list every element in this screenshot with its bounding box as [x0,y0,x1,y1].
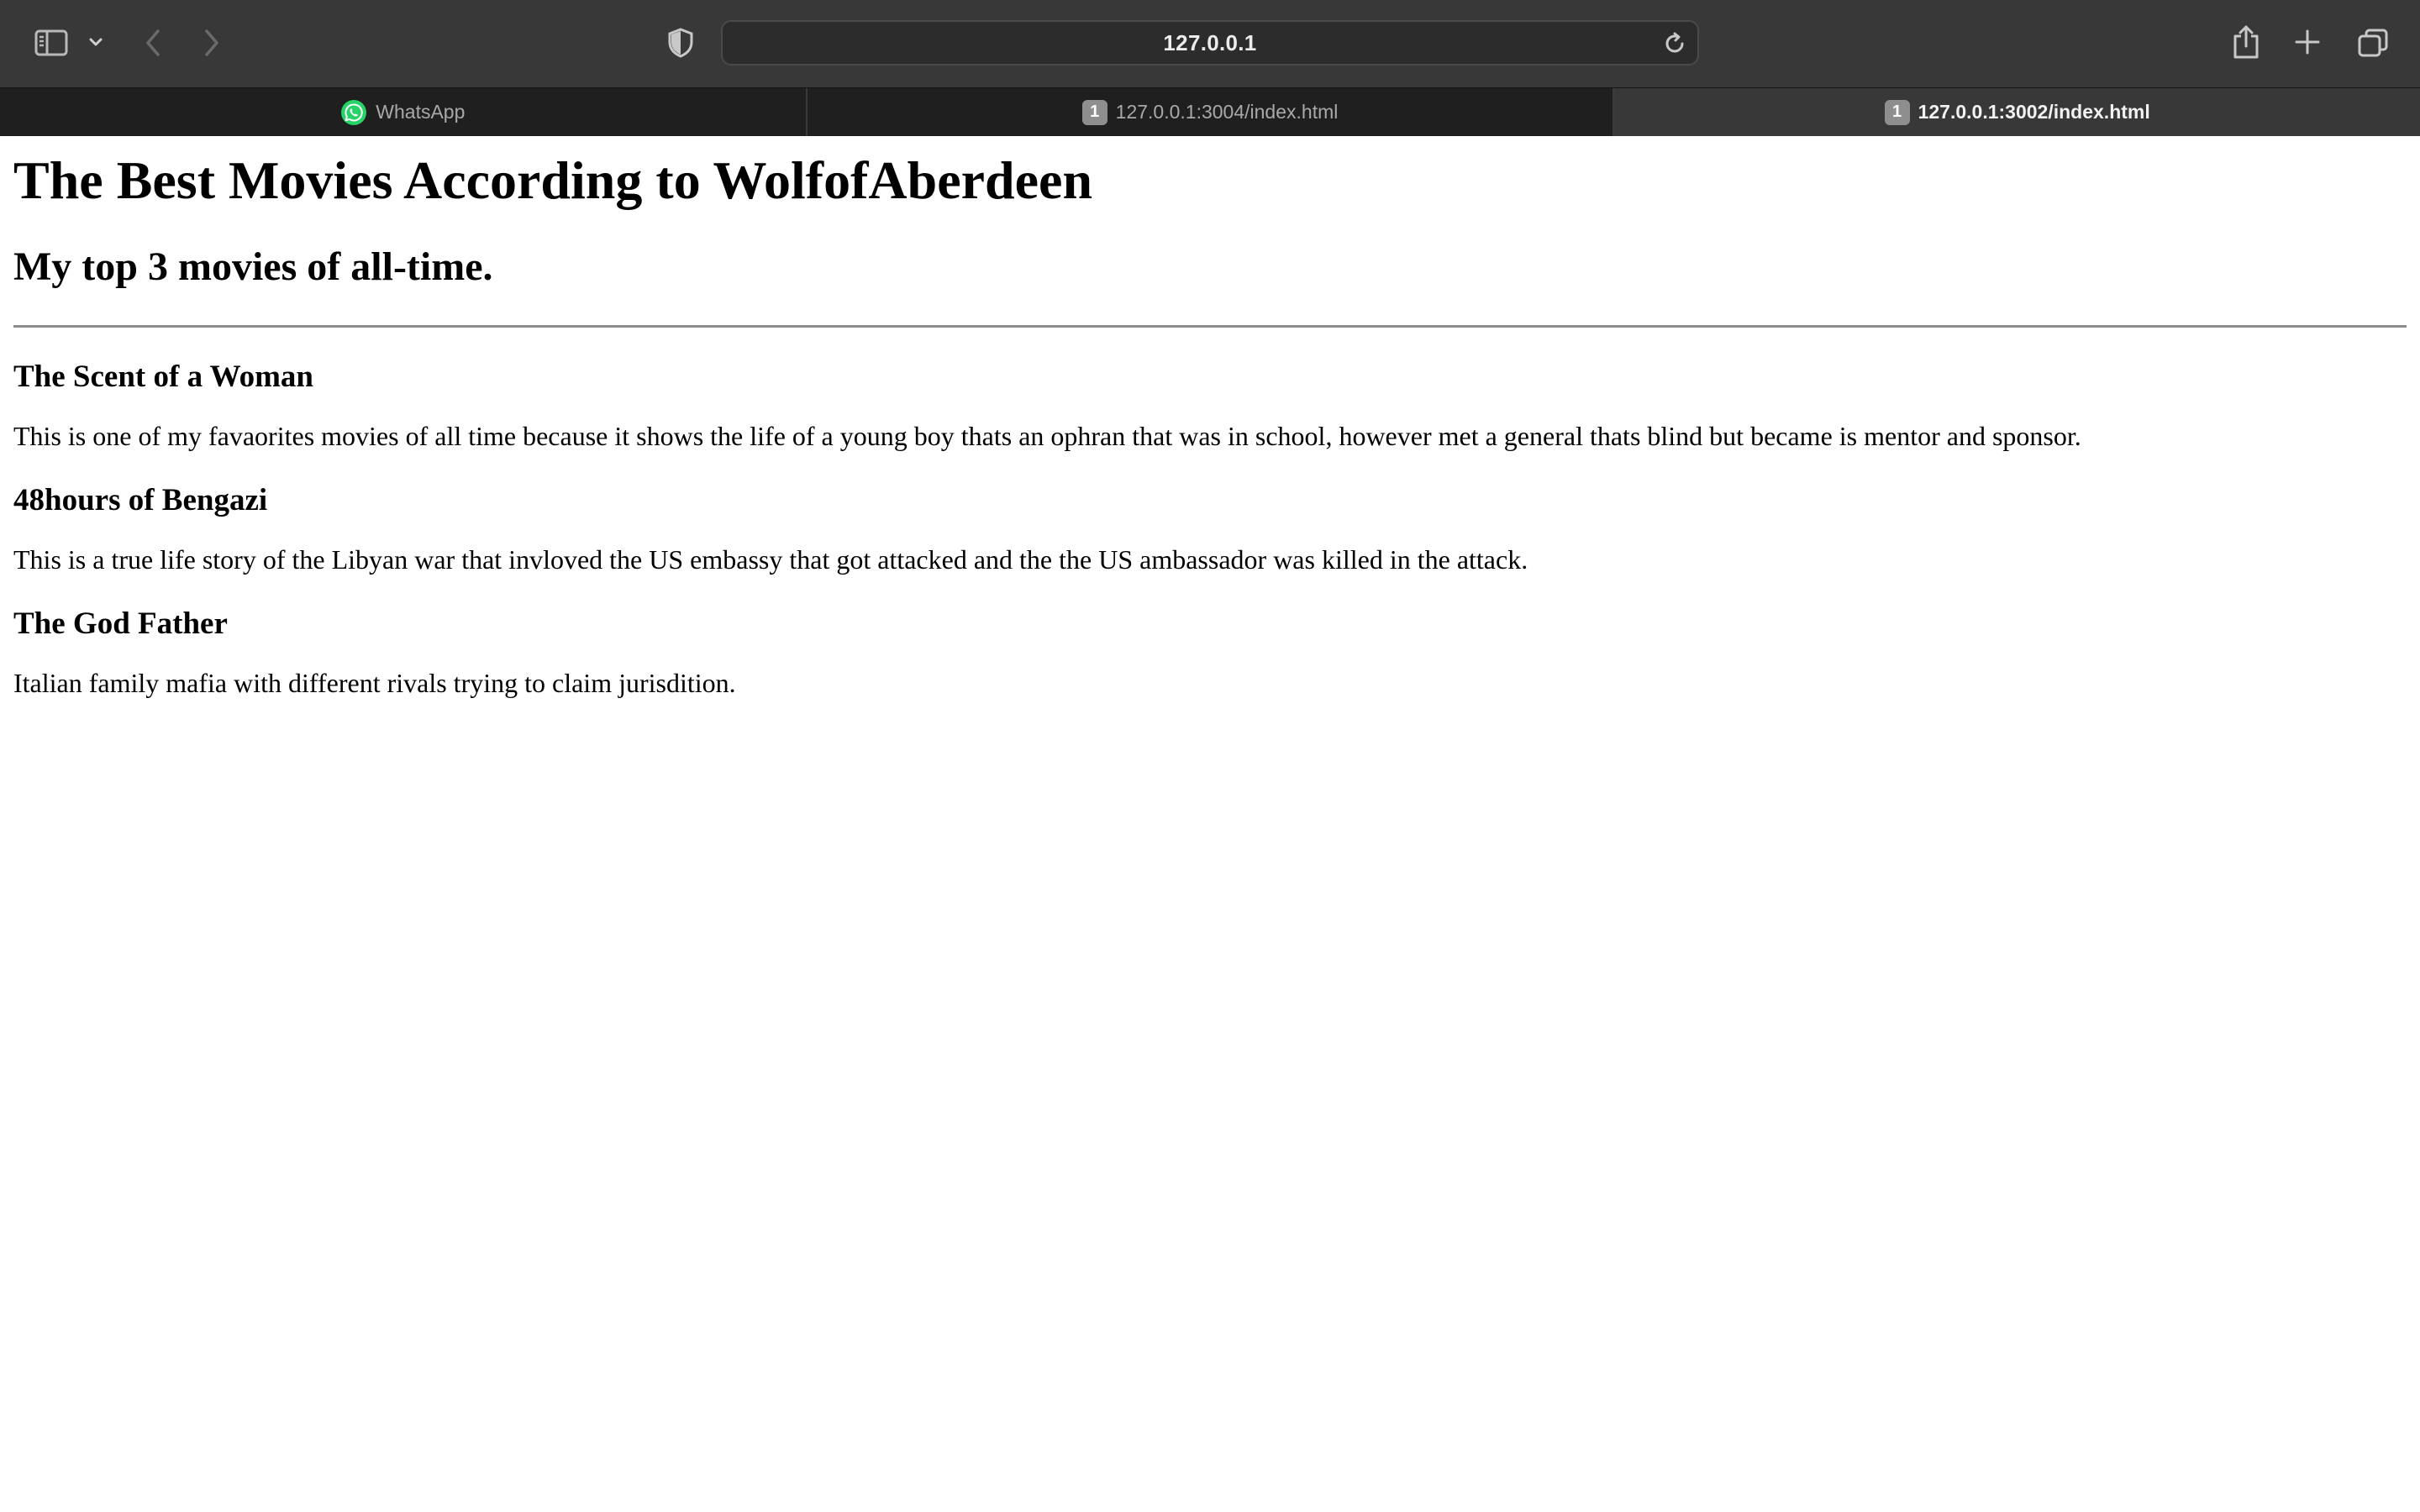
movie-title: 48hours of Bengazi [13,482,268,517]
browser-toolbar: 127.0.0.1 [0,0,2420,87]
tab-3004[interactable]: 1 127.0.0.1:3004/index.html [808,88,1615,136]
reload-icon [1665,32,1684,53]
forward-button[interactable] [198,27,225,59]
tab-label: 127.0.0.1:3004/index.html [1115,101,1339,123]
sidebar-menu-button[interactable] [86,32,106,52]
tab-favicon-badge: 1 [1081,99,1107,125]
privacy-report-button[interactable] [666,27,696,59]
back-button[interactable] [139,27,166,59]
shield-icon [668,28,693,58]
movie-description: This is a true life story of the Libyan … [13,544,1528,575]
tab-whatsapp[interactable]: WhatsApp [0,88,808,136]
page-content: The Best Movies According to WolfofAberd… [0,136,2420,1512]
movie-title: The God Father [13,606,228,641]
share-icon [2233,25,2259,59]
chevron-right-icon [205,29,218,56]
whatsapp-icon [341,99,367,125]
address-bar[interactable]: 127.0.0.1 [721,20,1699,66]
movie-description: Italian family mafia with different riva… [13,668,736,699]
reload-button[interactable] [1662,31,1687,56]
share-button[interactable] [2230,24,2262,60]
movie-description: This is one of my favaorites movies of a… [13,421,2081,452]
tab-label: WhatsApp [376,101,466,123]
sidebar-icon [34,29,68,56]
plus-icon [2295,29,2320,55]
address-bar-url: 127.0.0.1 [1163,29,1257,55]
sidebar-toggle-button[interactable] [34,29,69,57]
tab-bar: WhatsApp 1 127.0.0.1:3004/index.html 1 1… [0,87,2420,136]
tab-favicon-badge: 1 [1884,99,1910,125]
browser-window: 127.0.0.1 WhatsApp 1 127.0.0.1:3004/inde… [0,0,2420,1512]
new-tab-button[interactable] [2292,27,2323,57]
page-subtitle: My top 3 movies of all-time. [13,244,493,289]
divider [13,324,2407,328]
tab-overview-icon [2358,29,2388,57]
tab-label: 127.0.0.1:3002/index.html [1918,101,2150,123]
tab-3002[interactable]: 1 127.0.0.1:3002/index.html [1614,88,2420,136]
page-title: The Best Movies According to WolfofAberd… [13,150,1093,210]
movie-title: The Scent of a Woman [13,359,314,394]
chevron-left-icon [146,29,160,56]
tab-overview-button[interactable] [2356,27,2390,59]
chevron-down-icon [89,38,103,46]
